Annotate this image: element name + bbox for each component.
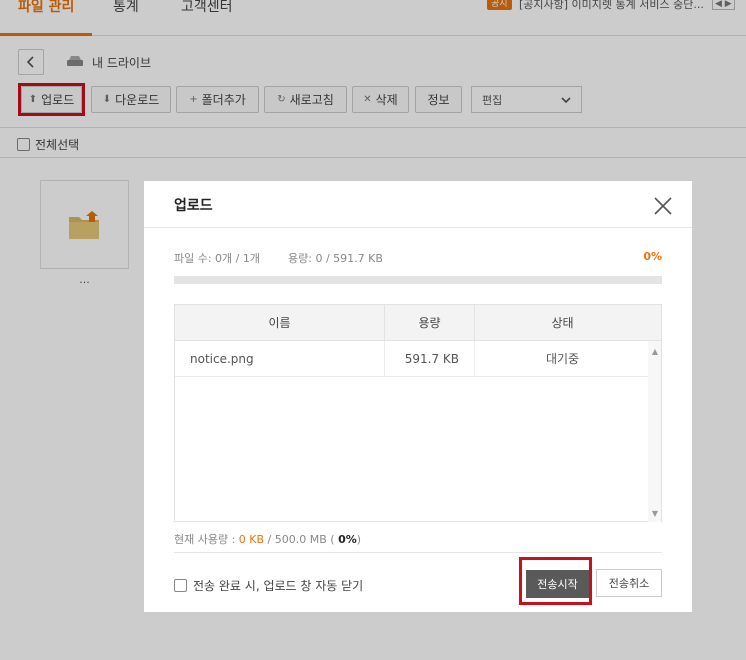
close-icon[interactable]	[652, 195, 674, 217]
capacity-text: 용량: 0 / 591.7 KB	[288, 252, 383, 265]
usage-label: 현재 사용량 :	[174, 533, 239, 546]
start-highlight-box	[519, 557, 592, 605]
progress-percent: 0%	[643, 250, 662, 263]
scroll-down-icon[interactable]: ▼	[652, 509, 658, 518]
auto-close-option[interactable]: 전송 완료 시, 업로드 창 자동 닫기	[174, 577, 363, 594]
scroll-up-icon[interactable]: ▲	[652, 347, 658, 356]
row-file-name: notice.png	[175, 341, 385, 376]
column-header-size[interactable]: 용량	[385, 305, 475, 340]
auto-close-label: 전송 완료 시, 업로드 창 자동 닫기	[193, 579, 364, 593]
progress-bar	[174, 276, 662, 284]
upload-stats: 파일 수: 0개 / 1개 용량: 0 / 591.7 KB	[174, 250, 383, 266]
upload-dialog: 업로드 파일 수: 0개 / 1개 용량: 0 / 591.7 KB 0% 이름 …	[144, 181, 692, 612]
cancel-transfer-button[interactable]: 전송취소	[596, 569, 662, 597]
row-file-size: 591.7 KB	[385, 341, 475, 376]
dialog-header-divider	[144, 227, 692, 228]
dialog-footer-divider	[174, 552, 662, 553]
upload-file-table: 이름 용량 상태 notice.png 591.7 KB 대기중 ▲ ▼	[174, 304, 662, 522]
table-row[interactable]: notice.png 591.7 KB 대기중	[175, 341, 661, 377]
usage-percent: 0%	[338, 533, 357, 546]
column-header-status[interactable]: 상태	[475, 305, 650, 340]
file-count-text: 파일 수: 0개 / 1개	[174, 252, 260, 265]
usage-total: / 500.0 MB (	[264, 533, 339, 546]
table-scrollbar[interactable]	[648, 341, 661, 522]
row-file-status: 대기중	[545, 352, 580, 366]
usage-close: )	[356, 533, 362, 546]
dialog-title: 업로드	[174, 198, 213, 214]
storage-usage: 현재 사용량 : 0 KB / 500.0 MB ( 0%)	[174, 531, 361, 547]
auto-close-checkbox[interactable]	[174, 579, 187, 592]
column-header-name[interactable]: 이름	[175, 305, 385, 340]
usage-used: 0 KB	[238, 533, 265, 546]
table-header: 이름 용량 상태	[175, 305, 661, 341]
